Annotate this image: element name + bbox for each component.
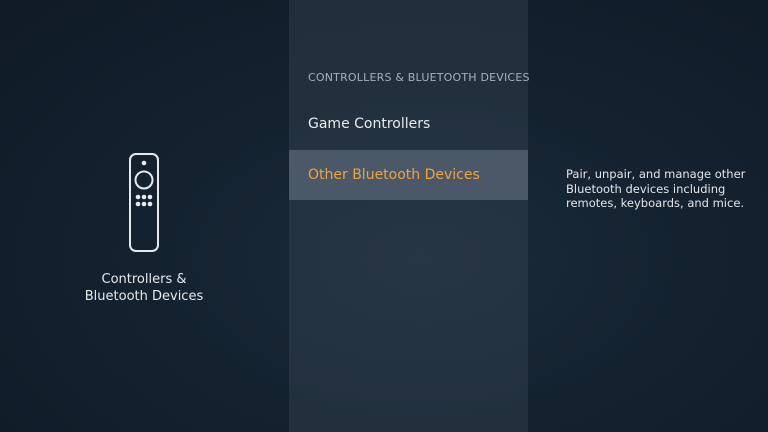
menu-pane: CONTROLLERS & BLUETOOTH DEVICES Game Con… <box>289 0 530 432</box>
menu-item-label: Game Controllers <box>308 116 431 132</box>
detail-pane: Pair, unpair, and manage other Bluetooth… <box>528 0 768 432</box>
menu-item-game-controllers[interactable]: Game Controllers <box>289 99 528 149</box>
category-label-line1: Controllers & <box>101 272 187 287</box>
menu-section-header: CONTROLLERS & BLUETOOTH DEVICES <box>308 71 530 84</box>
category-label: Controllers & Bluetooth Devices <box>64 271 224 305</box>
menu-item-label: Other Bluetooth Devices <box>308 167 480 183</box>
category-label-line2: Bluetooth Devices <box>84 289 204 304</box>
item-description: Pair, unpair, and manage other Bluetooth… <box>566 167 746 210</box>
category-pane: Controllers & Bluetooth Devices <box>0 0 289 432</box>
menu-item-other-bluetooth-devices[interactable]: Other Bluetooth Devices <box>289 150 528 200</box>
fire-tv-remote-icon <box>129 153 159 252</box>
